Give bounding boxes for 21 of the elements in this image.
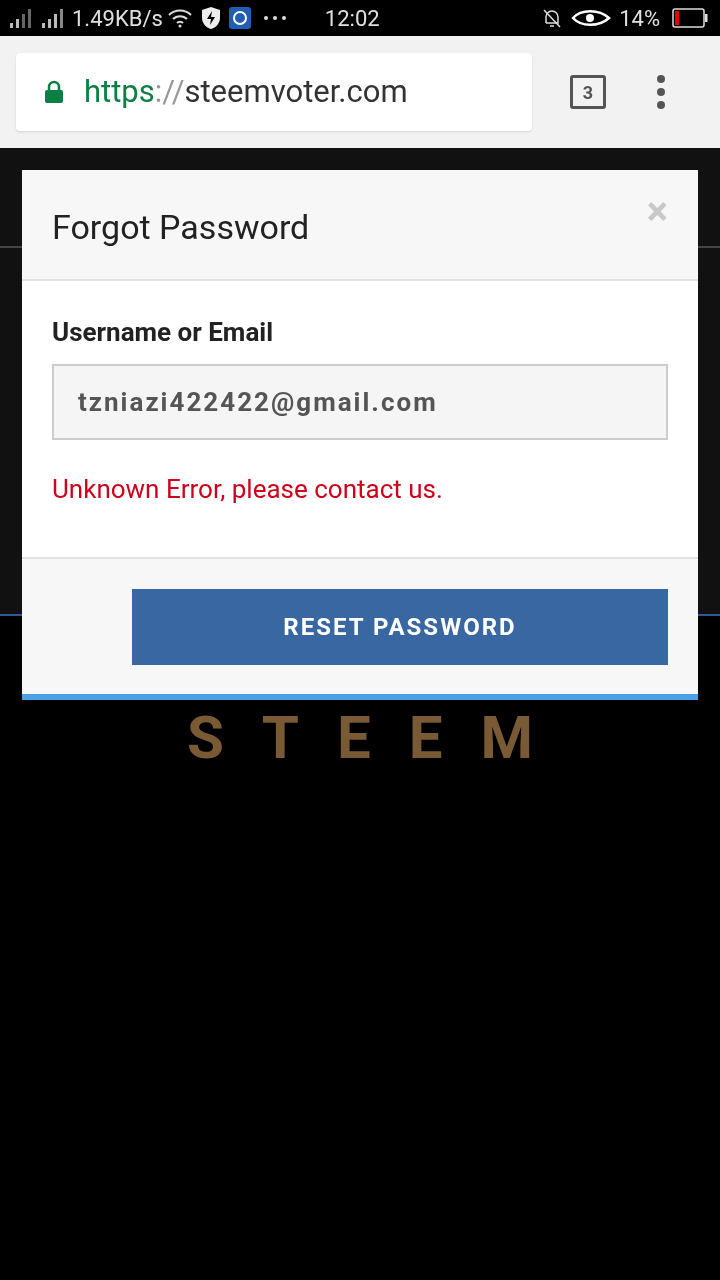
clock: 12:02: [324, 4, 380, 33]
battery-percent: 14%: [619, 4, 660, 33]
url-text: https://steemvoter.com: [84, 71, 408, 112]
error-message: Unknown Error, please contact us.: [52, 473, 444, 506]
logo-text: STEEM: [186, 708, 572, 768]
reset-password-button[interactable]: RESET PASSWORD: [132, 589, 668, 665]
menu-icon[interactable]: [656, 75, 666, 109]
battery-icon: [672, 8, 708, 28]
shield-icon: [200, 6, 221, 30]
email-field[interactable]: tzniazi422422@gmail.com: [52, 364, 668, 440]
more-icon: [262, 15, 287, 21]
wifi-icon: [166, 8, 193, 28]
app-icon: [228, 7, 251, 29]
tab-count[interactable]: 3: [570, 75, 606, 109]
network-speed: 1.49KB/s: [72, 4, 163, 33]
address-bar[interactable]: https://steemvoter.com: [16, 53, 532, 131]
dialog-title: Forgot Password: [52, 206, 310, 249]
field-label: Username or Email: [52, 316, 275, 349]
lock-icon: [44, 80, 64, 104]
mute-bell-icon: [541, 7, 564, 29]
eye-icon: [571, 8, 612, 28]
